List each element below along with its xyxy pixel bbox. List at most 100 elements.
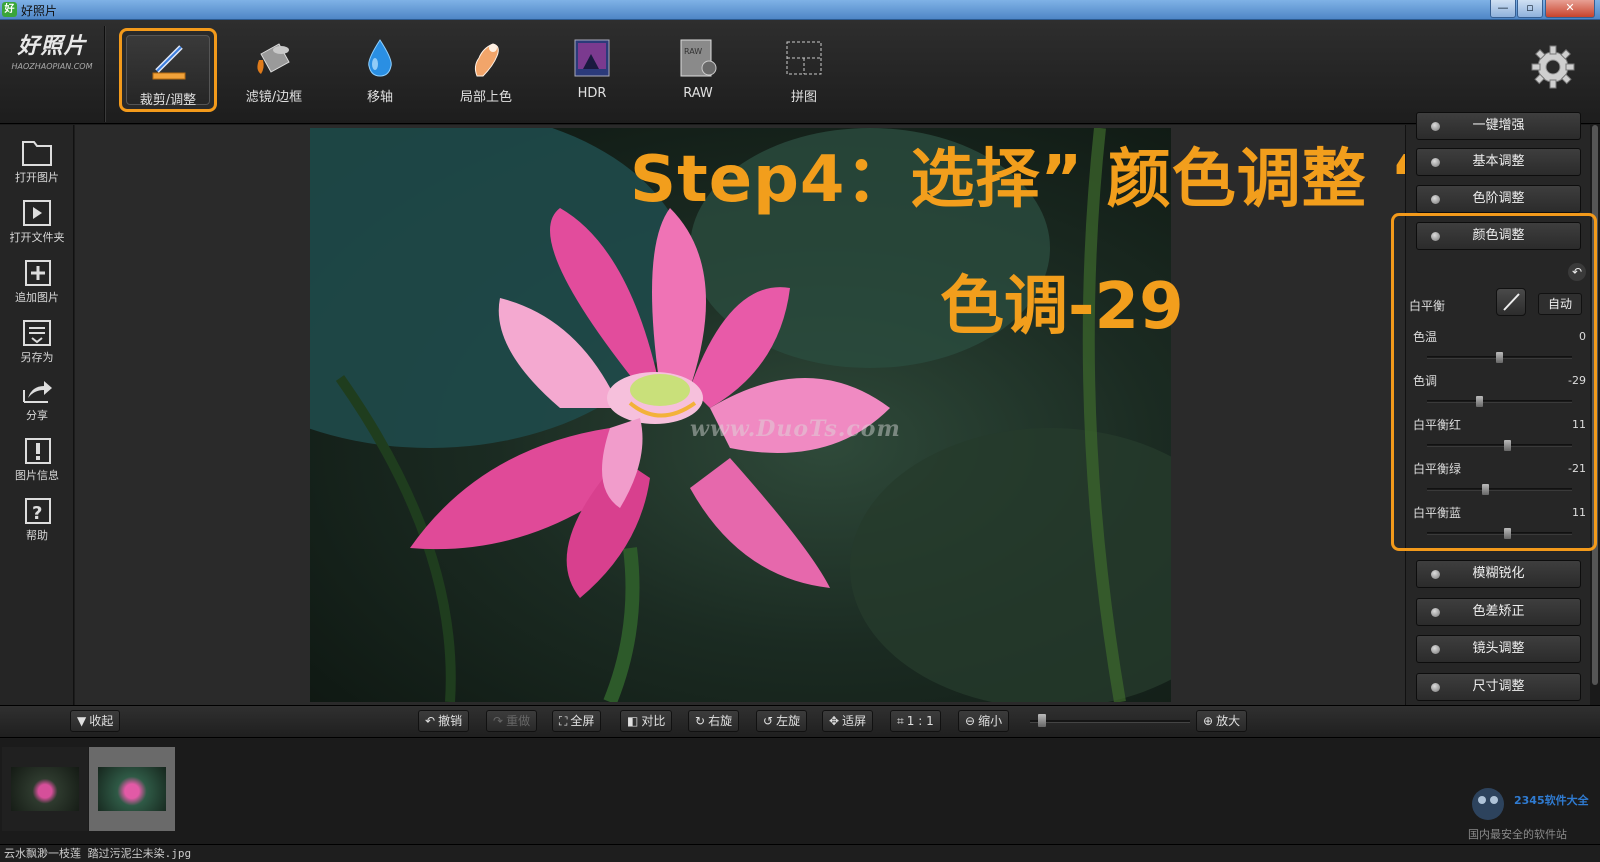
section-basic-adjust[interactable]: 基本调整 xyxy=(1416,148,1581,176)
section-blur-sharpen[interactable]: 模糊锐化 xyxy=(1416,560,1581,588)
tool-crop-adjust[interactable]: 裁剪/调整 xyxy=(119,28,217,112)
minimize-button[interactable]: — xyxy=(1490,0,1516,18)
sidebar-item-open-image[interactable]: 打开图片 xyxy=(0,132,74,190)
fit-screen-icon: ✥ xyxy=(829,714,840,728)
help-icon: ? xyxy=(25,498,51,524)
color-adjust-highlight xyxy=(1391,213,1597,551)
sidebar-item-share[interactable]: 分享 xyxy=(0,370,74,428)
zoom-in-button[interactable]: ⊕ 放大 xyxy=(1196,710,1248,732)
brand-badge: 2345软件大全 xyxy=(1514,794,1589,807)
actual-size-button[interactable]: ⌗ 1 : 1 xyxy=(890,710,941,732)
brand-tagline: 国内最安全的软件站 xyxy=(1468,828,1567,841)
tool-label: HDR xyxy=(577,86,607,101)
section-dot-icon xyxy=(1431,608,1440,617)
fullscreen-icon: ⛶ xyxy=(559,714,568,728)
toolbar-divider xyxy=(104,26,106,122)
sidebar-item-open-folder[interactable]: 打开文件夹 xyxy=(0,192,74,250)
tool-collage[interactable]: 拼图 xyxy=(755,28,853,112)
annotation-title: Step4：选择” 颜色调整 “ xyxy=(630,143,1434,217)
sidebar-item-append-image[interactable]: 追加图片 xyxy=(0,252,74,310)
actual-size-icon: ⌗ xyxy=(897,714,904,728)
sidebar-item-label: 另存为 xyxy=(20,351,54,364)
collapse-button[interactable]: ▼ 收起 xyxy=(70,710,121,732)
zoom-slider-thumb[interactable] xyxy=(1037,714,1046,727)
section-size-adjust[interactable]: 尺寸调整 xyxy=(1416,673,1581,701)
title-bar: 好 好照片 — ▫ ✕ xyxy=(0,0,1600,20)
water-drop-icon xyxy=(368,39,392,77)
rotate-left-icon: ↺ xyxy=(763,714,774,728)
logo-text: 好照片 xyxy=(17,34,87,59)
undo-button[interactable]: ↶ 撤销 xyxy=(418,710,470,732)
brand-watermark: 2345软件大全 国内最安全的软件站 xyxy=(1458,782,1598,842)
tool-local-color[interactable]: 局部上色 xyxy=(437,28,535,112)
section-dot-icon xyxy=(1431,158,1440,167)
close-button[interactable]: ✕ xyxy=(1545,0,1595,18)
tool-label: 裁剪/调整 xyxy=(139,93,197,108)
filmstrip-thumbnail[interactable] xyxy=(2,747,88,831)
compare-icon: ◧ xyxy=(627,714,639,728)
logo-subtext: HAOZHAOPIAN.COM xyxy=(11,62,93,71)
tool-raw[interactable]: RAW RAW xyxy=(649,28,747,112)
gear-icon[interactable] xyxy=(1530,44,1576,90)
zoom-out-button[interactable]: ⊖ 缩小 xyxy=(958,710,1010,732)
tool-label: 拼图 xyxy=(790,90,817,105)
hand-paint-icon xyxy=(474,43,499,77)
sidebar-item-help[interactable]: ? 帮助 xyxy=(0,490,74,548)
sidebar-item-save-as[interactable]: 另存为 xyxy=(0,312,74,370)
raw-file-icon: RAW xyxy=(680,39,717,77)
thumbnail-image xyxy=(11,767,79,811)
photo-watermark: www.DuoTs.com xyxy=(690,416,901,442)
section-dot-icon xyxy=(1431,645,1440,654)
sidebar-item-image-info[interactable]: 图片信息 xyxy=(0,430,74,488)
thumbnail-image xyxy=(98,767,166,811)
tool-filter-frame[interactable]: 滤镜/边框 xyxy=(225,28,323,112)
redo-button[interactable]: ↷ 重做 xyxy=(486,710,538,732)
sidebar-item-label: 追加图片 xyxy=(15,291,59,304)
annotation-subtitle: 色调-29 xyxy=(940,270,1184,344)
filmstrip-thumbnail-selected[interactable] xyxy=(89,747,175,831)
section-dot-icon xyxy=(1431,570,1440,579)
window-title: 好照片 xyxy=(21,4,58,18)
hdr-icon xyxy=(574,39,610,77)
sidebar-item-label: 打开文件夹 xyxy=(9,231,65,244)
svg-text:RAW: RAW xyxy=(684,47,702,56)
section-chromatic-aberration[interactable]: 色差矫正 xyxy=(1416,598,1581,626)
tool-label: 移轴 xyxy=(366,90,393,105)
tool-label: RAW xyxy=(683,86,713,101)
rotate-left-button[interactable]: ↺ 左旋 xyxy=(756,710,808,732)
section-dot-icon xyxy=(1431,683,1440,692)
filmstrip xyxy=(0,739,1600,844)
undo-arrow-icon: ↶ xyxy=(425,714,436,728)
section-levels-adjust[interactable]: 色阶调整 xyxy=(1416,185,1581,213)
section-dot-icon xyxy=(1431,195,1440,204)
compare-button[interactable]: ◧ 对比 xyxy=(620,710,673,732)
app-logo: 好照片 HAOZHAOPIAN.COM xyxy=(6,28,98,92)
section-lens-adjust[interactable]: 镜头调整 xyxy=(1416,635,1581,663)
sidebar-item-label: 图片信息 xyxy=(15,469,59,482)
rotate-right-button[interactable]: ↻ 右旋 xyxy=(688,710,740,732)
zoom-slider-track[interactable] xyxy=(1030,720,1190,723)
maximize-button[interactable]: ▫ xyxy=(1517,0,1543,18)
tool-hdr[interactable]: HDR xyxy=(543,28,641,112)
svg-text:?: ? xyxy=(32,503,42,524)
paint-bucket-icon xyxy=(257,43,290,74)
share-icon xyxy=(23,381,52,403)
fit-screen-button[interactable]: ✥ 适屏 xyxy=(822,710,874,732)
mascot-icon xyxy=(1472,788,1504,820)
info-icon xyxy=(25,438,51,464)
section-one-click-enhance[interactable]: 一键增强 xyxy=(1416,112,1581,140)
status-bar: 云水飘渺一枝莲 踏过污泥尘未染.jpg xyxy=(0,844,1600,862)
tool-label: 滤镜/边框 xyxy=(245,90,303,105)
sidebar-item-label: 打开图片 xyxy=(15,171,59,184)
collage-icon xyxy=(786,41,822,75)
crop-pencil-icon xyxy=(152,45,186,80)
sidebar-item-label: 分享 xyxy=(26,409,48,422)
save-as-icon xyxy=(23,320,51,346)
fullscreen-button[interactable]: ⛶ 全屏 xyxy=(552,710,602,732)
status-filename: 云水飘渺一枝莲 踏过污泥尘未染.jpg xyxy=(4,847,192,860)
zoom-out-icon: ⊖ xyxy=(965,714,976,728)
play-folder-icon xyxy=(23,200,51,226)
redo-arrow-icon: ↷ xyxy=(493,714,504,728)
tool-tilt-shift[interactable]: 移轴 xyxy=(331,28,429,112)
section-dot-icon xyxy=(1431,122,1440,131)
